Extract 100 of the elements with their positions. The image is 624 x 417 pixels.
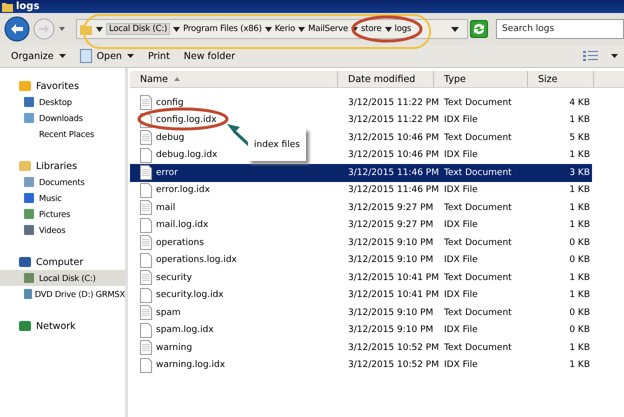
sidebar-item[interactable]: Desktop xyxy=(0,94,125,110)
date-cell: 3/12/2015 11:46 PM xyxy=(348,185,439,196)
caret-icon[interactable] xyxy=(611,54,618,58)
type-cell: Text Document xyxy=(444,202,512,213)
type-cell: IDX File xyxy=(444,360,478,370)
size-cell: 1 KB xyxy=(569,342,590,353)
sidebar-group[interactable]: Libraries xyxy=(0,158,125,174)
breadcrumb[interactable]: store xyxy=(361,24,382,34)
file-icon xyxy=(140,182,152,198)
back-button[interactable] xyxy=(4,16,30,42)
toolbar-button[interactable]: Print xyxy=(142,48,175,64)
chevron-icon[interactable] xyxy=(351,26,358,32)
size-cell: 1 KB xyxy=(569,115,590,126)
file-icon xyxy=(140,252,152,268)
size-cell: 3 KB xyxy=(569,168,590,178)
text-file-icon xyxy=(140,130,152,146)
date-cell: 3/12/2015 11:46 PM xyxy=(348,168,439,178)
caret-icon xyxy=(126,54,134,58)
breadcrumb[interactable]: Local Disk (C:) xyxy=(106,23,170,35)
toolbar-button[interactable]: New folder xyxy=(178,48,240,64)
file-name: debug xyxy=(156,132,184,143)
file-icon xyxy=(140,322,152,338)
file-name: config xyxy=(156,98,184,108)
breadcrumb[interactable]: MailServe xyxy=(308,24,348,34)
type-cell: IDX File xyxy=(444,325,478,336)
chevron-icon[interactable] xyxy=(264,26,272,32)
date-cell: 3/12/2015 10:41 PM xyxy=(348,272,439,283)
sidebar-group[interactable]: Favorites xyxy=(0,78,125,94)
size-cell: 1 KB xyxy=(569,202,590,213)
sidebar-item[interactable]: DVD Drive (D:) GRMSX xyxy=(0,286,125,302)
file-icon xyxy=(140,288,152,303)
column-header[interactable]: Name xyxy=(130,71,338,87)
file-name: mail xyxy=(156,202,176,213)
window-icon xyxy=(80,49,92,63)
date-cell: 3/12/2015 9:10 PM xyxy=(348,238,434,248)
file-name: spam xyxy=(156,308,181,318)
chevron-icon[interactable] xyxy=(384,26,392,32)
type-cell: Text Document xyxy=(444,168,512,178)
sidebar-item[interactable]: Videos xyxy=(0,222,125,238)
type-cell: Text Document xyxy=(444,98,512,108)
sidebar-item[interactable]: Pictures xyxy=(0,206,125,222)
file-icon xyxy=(140,148,152,163)
file-icon xyxy=(140,218,152,233)
sidebar-item[interactable]: Documents xyxy=(0,174,125,190)
file-name: operations.log.idx xyxy=(156,255,237,266)
sidebar-item[interactable]: Local Disk (C:) xyxy=(0,270,125,286)
date-cell: 3/12/2015 11:22 PM xyxy=(348,115,439,126)
sidebar-item[interactable]: Recent Places xyxy=(0,126,125,142)
size-cell: 0 KB xyxy=(569,325,590,336)
file-name: error xyxy=(156,168,178,178)
file-name: debug.log.idx xyxy=(156,150,218,160)
text-file-icon xyxy=(140,95,152,110)
size-cell: 0 KB xyxy=(569,238,590,248)
sort-icon xyxy=(174,77,180,81)
selected-row[interactable]: error 3/12/2015 11:46 PM Text Document 3 KB xyxy=(130,164,592,182)
refresh-button[interactable] xyxy=(470,20,488,38)
date-cell: 3/12/2015 10:46 PM xyxy=(348,132,439,143)
date-cell: 3/12/2015 10:46 PM xyxy=(348,150,439,160)
type-cell: IDX File xyxy=(444,255,478,266)
view-options-icon[interactable] xyxy=(583,50,599,62)
file-name: operations xyxy=(156,238,204,248)
file-name: security xyxy=(156,272,192,283)
text-file-icon xyxy=(140,200,152,216)
chevron-icon[interactable] xyxy=(298,26,306,32)
date-cell: 3/12/2015 10:52 PM xyxy=(348,360,439,370)
breadcrumb[interactable]: Program Files (x86) xyxy=(183,24,262,34)
size-cell: 1 KB xyxy=(569,185,590,196)
sidebar-group[interactable]: Computer xyxy=(0,254,125,270)
file-name: spam.log.idx xyxy=(156,325,214,336)
file-icon xyxy=(140,358,152,373)
text-file-icon xyxy=(140,165,152,180)
text-file-icon xyxy=(140,235,152,250)
size-cell: 0 KB xyxy=(569,255,590,266)
breadcrumb[interactable]: Kerio xyxy=(274,24,296,34)
column-header[interactable]: Size xyxy=(528,71,594,87)
history-dropdown-icon[interactable] xyxy=(58,26,66,32)
search-field[interactable]: Search logs xyxy=(496,19,624,39)
size-cell: 1 KB xyxy=(569,272,590,283)
toolbar-button[interactable]: Open xyxy=(74,47,139,65)
type-cell: IDX File xyxy=(444,115,478,126)
size-cell: 1 KB xyxy=(569,150,590,160)
chevron-icon[interactable] xyxy=(173,26,180,32)
column-header[interactable]: Date modified xyxy=(338,71,434,87)
address-bar[interactable]: Local Disk (C:) Program Files (x86) Kerio MailServe store logs xyxy=(76,19,468,39)
type-cell: Text Document xyxy=(444,342,512,353)
toolbar-button[interactable]: Organize xyxy=(6,48,71,64)
sidebar-item[interactable]: Downloads xyxy=(0,110,125,126)
file-name: security.log.idx xyxy=(156,290,224,300)
date-cell: 3/12/2015 11:22 PM xyxy=(348,98,439,108)
dropdown-icon[interactable] xyxy=(451,26,459,32)
breadcrumb[interactable]: logs xyxy=(394,24,412,34)
column-header[interactable]: Type xyxy=(434,71,528,87)
sidebar-group[interactable]: Network xyxy=(0,318,125,334)
type-cell: IDX File xyxy=(444,150,478,160)
sidebar-item[interactable]: Music xyxy=(0,190,125,206)
chevron-icon[interactable] xyxy=(96,26,103,32)
file-name: warning xyxy=(156,342,192,353)
file-name: error.log.idx xyxy=(156,185,210,196)
window-title: logs xyxy=(16,1,40,12)
type-cell: Text Document xyxy=(444,132,512,143)
